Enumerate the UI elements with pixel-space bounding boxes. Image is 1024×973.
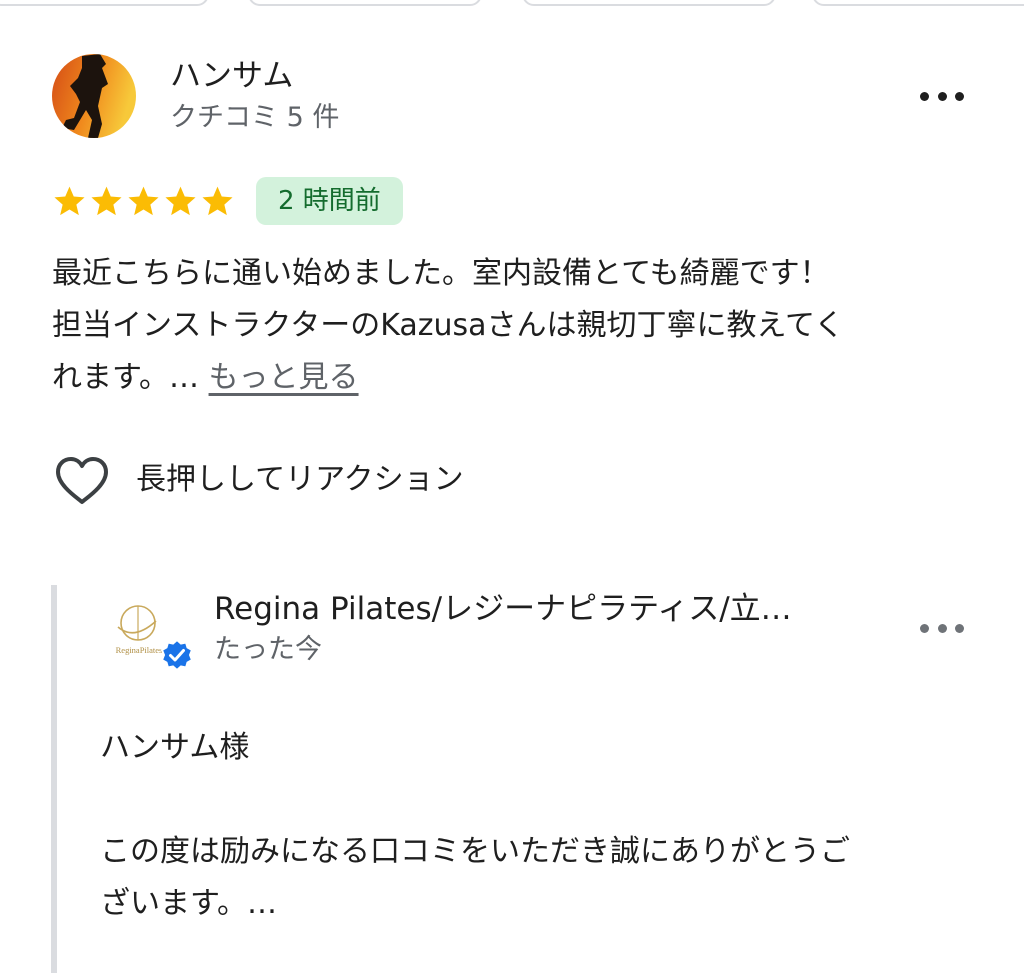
star-icon [165, 186, 196, 216]
review-text-line: れます。… もっと見る [52, 352, 982, 404]
filter-chip[interactable] [0, 0, 209, 6]
heart-outline-icon[interactable] [54, 455, 110, 507]
review-text-line: 担当インストラクターのKazusaさんは親切丁寧に教えてく [52, 308, 845, 343]
filter-chip[interactable] [522, 0, 776, 6]
reaction-label[interactable]: 長押ししてリアクション [136, 460, 464, 500]
reply-text-line [100, 774, 970, 826]
owner-reply-text: ハンサム様 この度は励みになる口コミをいただき誠にありがとうご ざいます。… [100, 722, 970, 930]
star-icon [128, 186, 159, 216]
star-rating [52, 184, 235, 219]
reply-text-line: ざいます。… [100, 886, 277, 921]
reply-more-options-icon[interactable] [920, 618, 964, 638]
owner-reply-time: たった今 [214, 634, 322, 665]
owner-logo-wordmark: ReginaPilates [116, 645, 163, 655]
review-text-line: 最近こちらに通い始めました。室内設備とても綺麗です！ [52, 256, 830, 291]
reviewer-review-count: クチコミ 5 件 [170, 102, 340, 133]
reply-divider [51, 585, 57, 973]
read-more-link[interactable]: もっと見る [209, 360, 359, 395]
star-icon [54, 186, 85, 216]
filter-chip[interactable] [248, 0, 482, 6]
star-icon [91, 186, 122, 216]
reviewer-name[interactable]: ハンサム [170, 56, 293, 96]
review-more-options-icon[interactable] [920, 86, 964, 106]
star-icon [202, 186, 233, 216]
review-text-ellipsis: れます。… [52, 360, 209, 395]
review-text: 最近こちらに通い始めました。室内設備とても綺麗です！ 担当インストラクターのKa… [52, 248, 982, 404]
owner-name[interactable]: Regina Pilates/レジーナピラティス/立… [214, 588, 874, 630]
reply-text-line: ハンサム様 [100, 730, 250, 765]
reply-text-line: この度は励みになる口コミをいただき誠にありがとうご [100, 834, 850, 869]
reviewer-avatar[interactable] [52, 54, 136, 138]
verified-check-icon [160, 638, 194, 672]
filter-chip[interactable] [812, 0, 1024, 6]
review-card: ハンサム クチコミ 5 件 2 時間前 最近こちらに通い始めました。室内設備とて… [0, 0, 1024, 973]
review-time-badge: 2 時間前 [256, 177, 403, 225]
